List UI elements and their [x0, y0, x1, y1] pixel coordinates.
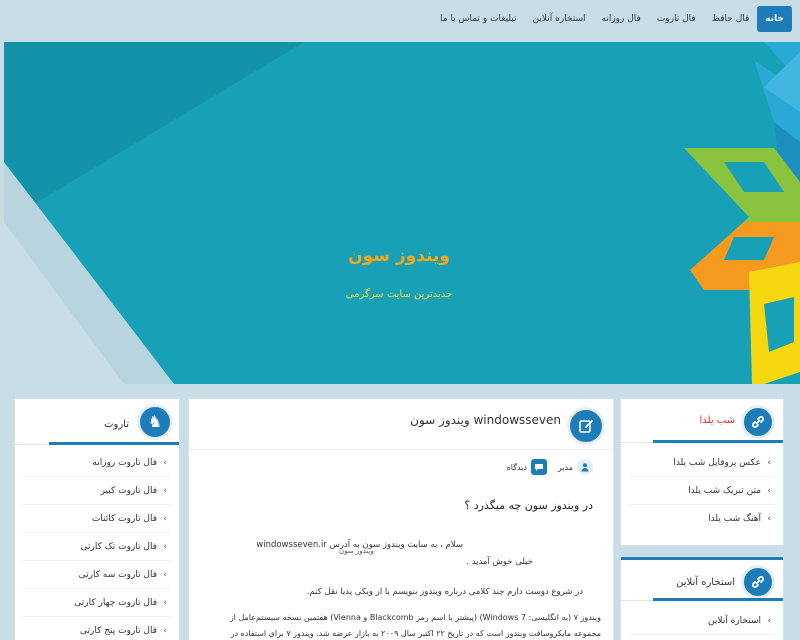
tarot-list: ‹ فال تاروت روزانه ‹ فال تاروت کبیر ‹ فال ت… — [15, 445, 179, 640]
tarot-widget-title: تاروت — [104, 419, 129, 430]
hero-title: ویندوز سون — [348, 246, 450, 266]
chevron-left-icon: ‹ — [163, 514, 167, 524]
chevron-left-icon: ‹ — [767, 486, 771, 496]
nav-item-contact[interactable]: تبلیغات و تماس با ما — [432, 6, 525, 32]
hero-banner: ویندوز سون جدیدترین سایت سرگرمی — [4, 42, 800, 384]
list-item-tarot-three[interactable]: ‹ فال تاروت سه کارتی — [23, 561, 171, 589]
nav-item-tarot[interactable]: فال تاروت — [649, 6, 704, 32]
yalda-list: ‹ عکس پروفایل شب یلدا ‹ متن تبریک شب یلدا … — [621, 443, 783, 533]
star-yellow-hole — [764, 297, 794, 352]
tarot-widget-header: ♞ تاروت — [15, 399, 179, 445]
list-item-tarot-five[interactable]: ‹ فال تاروت پنج کارتی — [23, 617, 171, 640]
paragraph-2: در شروع دوست دارم چند کلامی درباره ویندو… — [306, 587, 583, 597]
list-item-yalda-text[interactable]: ‹ متن تبریک شب یلدا — [629, 477, 775, 505]
chevron-left-icon: ‹ — [767, 616, 771, 626]
tarot-widget: ♞ تاروت ‹ فال تاروت روزانه ‹ فال تاروت کبی… — [14, 398, 180, 640]
nav-item-istikhara[interactable]: استخاره آنلاین — [525, 6, 594, 32]
hero-subtitle: جدیدترین سایت سرگرمی — [345, 289, 453, 300]
author-meta: مدیر — [558, 459, 593, 475]
nav-item-hafez[interactable]: فال حافظ — [704, 6, 758, 32]
chevron-left-icon: ‹ — [163, 458, 167, 468]
hero-graphic — [4, 42, 800, 384]
yalda-widget-title: شب یلدا — [699, 415, 736, 426]
edit-icon — [567, 407, 605, 445]
list-item-yalda-profile[interactable]: ‹ عکس پروفایل شب یلدا — [629, 449, 775, 477]
yalda-widget: شب یلدا ‹ عکس پروفایل شب یلدا ‹ متن تبریک … — [620, 398, 784, 546]
list-item-tarot-kaenat[interactable]: ‹ فال تاروت کائنات — [23, 505, 171, 533]
nav-menu: خانه فال حافظ فال تاروت فال روزانه استخا… — [432, 6, 792, 32]
paragraph-3-line-1: ویندوز ۷ (به انگلیسی: Windows 7) (پیشتر … — [229, 613, 601, 622]
comment-icon — [531, 459, 547, 475]
main-article: ویندوز سون windowsseven مدیر دیدگاه در و… — [188, 398, 614, 640]
link-icon — [741, 405, 775, 439]
list-item-tarot-single[interactable]: ‹ فال تاروت تک کارتی — [23, 533, 171, 561]
list-item-tarot-kabir[interactable]: ‹ فال تاروت کبیر — [23, 477, 171, 505]
chevron-left-icon: ‹ — [163, 542, 167, 552]
paragraph-3-line-2: مجموعه مایکروسافت ویندوز است که در تاریخ… — [230, 629, 601, 638]
intro-line-2: خیلی خوش آمدید . — [466, 557, 533, 567]
intro-line-1: سلام ، به سایت ویندوز سون به آدرس window… — [256, 540, 463, 550]
post-heading: در ویندوز سون چه میگذرد ؟ — [464, 499, 593, 512]
chevron-left-icon: ‹ — [767, 514, 771, 524]
istikhara-list: ‹ استخاره آنلاین — [621, 601, 783, 635]
list-item-tarot-four[interactable]: ‹ فال تاروت چهار کارتی — [23, 589, 171, 617]
istikhara-widget-header: استخاره آنلاین — [621, 557, 783, 601]
nav-item-daily[interactable]: فال روزانه — [594, 6, 649, 32]
top-navigation: خانه فال حافظ فال تاروت فال روزانه استخا… — [0, 0, 800, 40]
comments-link[interactable]: دیدگاه — [507, 463, 527, 472]
chevron-left-icon: ‹ — [163, 570, 167, 580]
author-name[interactable]: مدیر — [558, 463, 573, 472]
chevron-left-icon: ‹ — [767, 458, 771, 468]
article-title[interactable]: ویندوز سون windowsseven — [410, 413, 561, 427]
list-item-yalda-song[interactable]: ‹ آهنگ شب یلدا — [629, 505, 775, 533]
istikhara-widget: استخاره آنلاین ‹ استخاره آنلاین — [620, 556, 784, 640]
user-icon — [577, 459, 593, 475]
yalda-widget-header: شب یلدا — [621, 399, 783, 443]
nav-item-home[interactable]: خانه — [757, 6, 792, 32]
list-item-istikhara[interactable]: ‹ استخاره آنلاین — [629, 607, 775, 635]
chevron-left-icon: ‹ — [163, 598, 167, 608]
chevron-left-icon: ‹ — [163, 486, 167, 496]
comments-meta: دیدگاه — [507, 459, 547, 475]
istikhara-widget-title: استخاره آنلاین — [676, 577, 735, 588]
chevron-left-icon: ‹ — [163, 626, 167, 636]
hero-shape-top — [4, 42, 304, 222]
chess-knight-icon: ♞ — [137, 404, 173, 440]
list-item-tarot-daily[interactable]: ‹ فال تاروت روزانه — [23, 449, 171, 477]
link-icon — [741, 565, 775, 599]
